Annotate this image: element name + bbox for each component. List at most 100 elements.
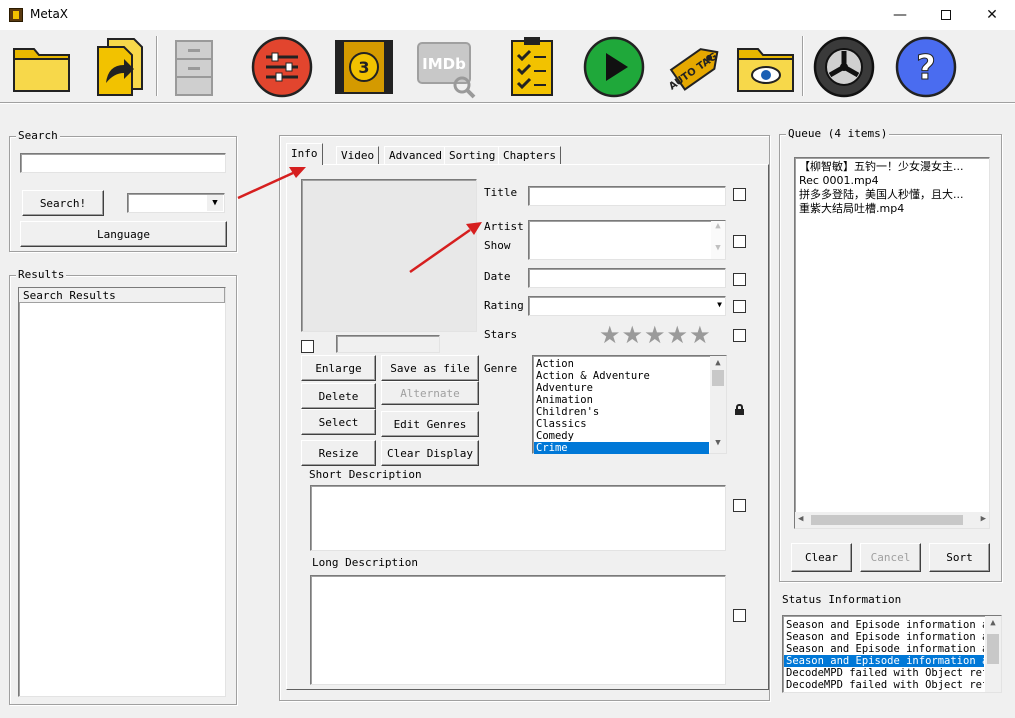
artist-scrollbar[interactable]: ▲ ▼ <box>711 221 725 259</box>
queue-list[interactable]: 【柳智敏】五钓一！少女漫女主... Rec 0001.mp4 拼多多登陆，美国人… <box>794 157 990 529</box>
search-input[interactable] <box>20 153 226 173</box>
settings-button[interactable] <box>248 34 316 100</box>
play-button[interactable] <box>580 34 648 100</box>
checklist-button[interactable] <box>498 34 566 100</box>
help-icon: ? <box>895 36 957 98</box>
queue-scroll-thumb[interactable] <box>811 515 963 525</box>
genre-item[interactable]: Animation <box>534 394 709 406</box>
clear-display-button[interactable]: Clear Display <box>381 440 479 466</box>
imdb-search-button[interactable]: IMDb <box>412 34 480 100</box>
open-file-icon <box>97 38 143 96</box>
artist-input[interactable]: ▲ ▼ <box>528 220 726 260</box>
tab-advanced[interactable]: Advanced <box>384 146 447 164</box>
rating-checkbox[interactable] <box>733 300 746 313</box>
status-line: Season and Episode information al <box>786 631 984 643</box>
artwork-index-field <box>336 335 440 353</box>
imdb-search-icon: IMDb <box>417 42 476 99</box>
long-description-checkbox[interactable] <box>733 609 746 622</box>
queue-cancel-button[interactable]: Cancel <box>860 543 921 572</box>
genre-scrollbar[interactable]: ▲ ▼ <box>710 356 726 453</box>
open-file-button[interactable] <box>88 34 156 100</box>
queue-item[interactable]: 【柳智敏】五钓一！少女漫女主... <box>797 160 987 174</box>
artwork-checkbox[interactable] <box>301 340 314 353</box>
film-button[interactable]: 3 <box>330 34 398 100</box>
genre-item[interactable]: Classics <box>534 418 709 430</box>
film-number: 3 <box>358 58 369 77</box>
status-scroll-thumb[interactable] <box>987 634 999 664</box>
star-icon[interactable]: ★ <box>667 323 689 347</box>
genre-item-selected[interactable]: Crime <box>534 442 709 454</box>
title-checkbox[interactable] <box>733 188 746 201</box>
title-input[interactable] <box>528 186 726 206</box>
queue-clear-button[interactable]: Clear <box>791 543 852 572</box>
delete-button[interactable]: Delete <box>301 383 376 409</box>
genre-item[interactable]: Action & Adventure <box>534 370 709 382</box>
star-icon[interactable]: ★ <box>644 323 666 347</box>
genre-scroll-thumb[interactable] <box>712 370 724 386</box>
enlarge-button[interactable]: Enlarge <box>301 355 376 381</box>
stars-checkbox[interactable] <box>733 329 746 342</box>
chevron-down-icon[interactable]: ▼ <box>207 195 223 211</box>
queue-item[interactable]: 重紫大结局吐槽.mp4 <box>797 202 987 216</box>
maximize-button[interactable] <box>923 0 969 30</box>
chevron-left-icon[interactable]: ◀ <box>798 514 803 524</box>
queue-item[interactable]: Rec 0001.mp4 <box>797 174 987 188</box>
short-description-input[interactable] <box>310 485 726 551</box>
date-checkbox[interactable] <box>733 273 746 286</box>
imdb-text: IMDb <box>422 55 466 73</box>
results-list[interactable]: Search Results <box>18 287 226 697</box>
stars-rating[interactable]: ★ ★ ★ ★ ★ <box>599 323 711 347</box>
chevron-down-icon[interactable]: ▼ <box>717 300 722 309</box>
save-as-file-button[interactable]: Save as file <box>381 355 479 381</box>
close-button[interactable]: ✕ <box>969 0 1015 30</box>
select-button[interactable]: Select <box>301 409 376 435</box>
minimize-button[interactable]: — <box>877 0 923 30</box>
genre-list[interactable]: Action Action & Adventure Adventure Anim… <box>532 355 727 454</box>
cabinet-button[interactable] <box>160 34 228 100</box>
tab-info[interactable]: Info <box>286 143 323 165</box>
help-button[interactable]: ? <box>892 34 960 100</box>
resize-button[interactable]: Resize <box>301 440 376 466</box>
status-list[interactable]: Season and Episode information al Season… <box>782 615 1002 693</box>
lock-icon[interactable] <box>735 404 744 415</box>
star-icon[interactable]: ★ <box>689 323 711 347</box>
chevron-up-icon[interactable]: ▲ <box>985 618 1001 628</box>
date-input[interactable] <box>528 268 726 288</box>
results-column-header[interactable]: Search Results <box>19 288 225 303</box>
rating-dropdown[interactable]: ▼ <box>528 296 726 316</box>
genre-item[interactable]: Children's <box>534 406 709 418</box>
tab-video[interactable]: Video <box>336 146 380 164</box>
queue-item[interactable]: 拼多多登陆，美国人秒懂，且大... <box>797 188 987 202</box>
edit-genres-button[interactable]: Edit Genres <box>381 411 479 437</box>
star-icon[interactable]: ★ <box>622 323 644 347</box>
queue-horizontal-scrollbar[interactable]: ◀ ▶ <box>795 512 989 528</box>
reel-button[interactable] <box>810 34 878 100</box>
artist-checkbox[interactable] <box>733 235 746 248</box>
chevron-down-icon[interactable]: ▼ <box>710 438 726 448</box>
chevron-right-icon[interactable]: ▶ <box>981 514 986 524</box>
alternate-button[interactable]: Alternate <box>381 381 479 405</box>
queue-sort-button[interactable]: Sort <box>929 543 990 572</box>
chevron-up-icon[interactable]: ▲ <box>710 358 726 368</box>
toolbar-divider <box>0 102 1015 104</box>
short-description-checkbox[interactable] <box>733 499 746 512</box>
genre-label: Genre <box>484 362 518 375</box>
genre-item[interactable]: Adventure <box>534 382 709 394</box>
search-button[interactable]: Search! <box>22 190 104 216</box>
genre-item[interactable]: Comedy <box>534 430 709 442</box>
language-button[interactable]: Language <box>20 221 227 247</box>
star-icon[interactable]: ★ <box>599 323 621 347</box>
auto-tag-icon: AUTO TAG <box>667 48 720 93</box>
open-folder-icon <box>13 48 70 92</box>
search-group-label: Search <box>16 129 60 142</box>
artwork-image[interactable] <box>301 179 477 332</box>
long-description-input[interactable] <box>310 575 726 685</box>
view-folder-button[interactable] <box>732 34 800 100</box>
auto-tag-button[interactable]: AUTO TAG <box>662 34 730 100</box>
tab-sorting[interactable]: Sorting <box>444 146 501 164</box>
status-scrollbar[interactable]: ▲ <box>985 616 1001 692</box>
open-folder-button[interactable] <box>8 34 76 100</box>
search-source-dropdown[interactable]: ▼ <box>127 193 225 213</box>
tab-chapters[interactable]: Chapters <box>498 146 561 164</box>
genre-item[interactable]: Action <box>534 358 709 370</box>
